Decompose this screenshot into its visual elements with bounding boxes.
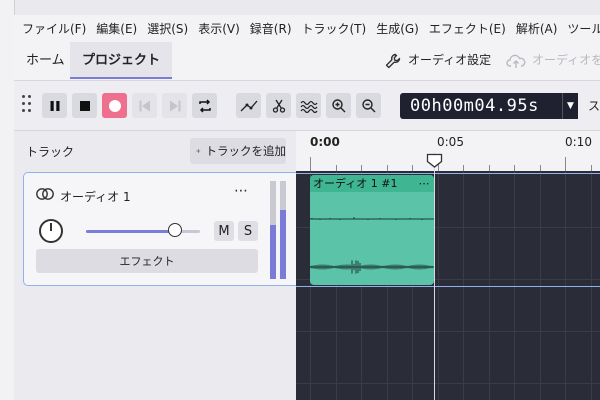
- menu-bar: ファイル(F) 編集(E) 選択(S) 表示(V) 録音(R) トラック(T) …: [14, 15, 600, 42]
- pause-icon: [50, 100, 59, 111]
- volume-slider-thumb[interactable]: [167, 223, 182, 237]
- volume-slider[interactable]: [86, 230, 200, 233]
- grid-line: [296, 331, 600, 332]
- loop-button[interactable]: [192, 93, 217, 118]
- stereo-rings-icon: [36, 188, 54, 200]
- stop-icon: [79, 100, 90, 111]
- record-button[interactable]: [102, 93, 127, 118]
- record-icon: [108, 99, 121, 112]
- multi-tool-button[interactable]: [296, 93, 321, 118]
- zoom-out-button[interactable]: [356, 93, 381, 118]
- audio-clip[interactable]: オーディオ 1 #1 ⋯: [310, 175, 434, 285]
- menu-file[interactable]: ファイル(F): [14, 20, 91, 37]
- solo-button[interactable]: S: [238, 221, 258, 241]
- skip-start-icon: [139, 100, 150, 111]
- level-meter-right: [280, 210, 286, 279]
- wrench-icon: [385, 53, 401, 68]
- clip-header[interactable]: オーディオ 1 #1 ⋯: [310, 175, 434, 192]
- volume-slider-fill: [86, 230, 175, 233]
- waveform-icon: [300, 100, 317, 113]
- zoom-in-button[interactable]: [326, 93, 351, 118]
- pan-knob[interactable]: [39, 219, 63, 243]
- clip-name: オーディオ 1 #1: [313, 177, 398, 190]
- playhead-line[interactable]: [434, 153, 435, 400]
- level-meter-left: [270, 225, 276, 279]
- cloud-upload-icon: [506, 54, 526, 68]
- audio-settings-label: オーディオ設定: [408, 53, 492, 67]
- ruler-tick: [310, 157, 311, 171]
- ruler-label-0: 0:00: [310, 135, 340, 149]
- envelope-icon: [240, 100, 257, 111]
- menu-track[interactable]: トラック(T): [297, 20, 372, 37]
- window-edge: [0, 0, 15, 400]
- mute-button[interactable]: M: [214, 221, 234, 241]
- ruler-tick: [565, 157, 566, 171]
- menu-view[interactable]: 表示(V): [193, 20, 245, 37]
- chevron-down-icon: ▼: [567, 101, 574, 111]
- clip-menu-button[interactable]: ⋯: [419, 175, 431, 192]
- tab-home[interactable]: ホーム: [14, 42, 77, 79]
- track-header-panel: トラック トラックを追加 オーディオ 1 ⋯ M S エフェクト: [14, 131, 299, 400]
- menu-effect[interactable]: エフェクト(E): [424, 20, 511, 37]
- scissors-icon: [272, 99, 285, 113]
- clip-waveform: [310, 217, 434, 274]
- snap-label[interactable]: スナ: [588, 93, 600, 119]
- grid-line: [296, 383, 600, 384]
- track-name[interactable]: オーディオ 1: [60, 188, 131, 205]
- menu-generate[interactable]: 生成(G): [371, 20, 424, 37]
- tracks-heading: トラック: [26, 145, 75, 159]
- menu-analyze[interactable]: 解析(A): [511, 20, 563, 37]
- share-audio-button[interactable]: オーディオを共有: [506, 42, 600, 79]
- add-track-button[interactable]: トラックを追加: [190, 138, 286, 164]
- skip-end-icon: [169, 100, 180, 111]
- menu-edit[interactable]: 編集(E): [91, 20, 142, 37]
- share-audio-label: オーディオを共有: [532, 53, 600, 67]
- playhead-handle[interactable]: [426, 153, 443, 168]
- track-lanes[interactable]: オーディオ 1 #1 ⋯: [296, 171, 600, 400]
- track-menu-button[interactable]: ⋯: [234, 183, 249, 199]
- time-ruler[interactable]: 0:00 0:05 0:10: [296, 131, 600, 171]
- zoom-out-icon: [361, 98, 375, 112]
- tab-row: ホーム プロジェクト オーディオ設定 オーディオを共有: [14, 42, 600, 81]
- stop-button[interactable]: [72, 93, 97, 118]
- audacity-window: ファイル(F) 編集(E) 選択(S) 表示(V) 録音(R) トラック(T) …: [0, 0, 600, 400]
- track-control-panel[interactable]: オーディオ 1 ⋯ M S エフェクト: [23, 172, 299, 286]
- ruler-label-10: 0:10: [565, 135, 592, 149]
- ruler-label-5: 0:05: [437, 135, 464, 149]
- pause-button[interactable]: [42, 93, 67, 118]
- audio-settings-button[interactable]: オーディオ設定: [384, 42, 491, 79]
- tab-project[interactable]: プロジェクト: [70, 42, 173, 79]
- timeline-area[interactable]: 0:00 0:05 0:10 オーディオ 1 #1 ⋯: [296, 131, 600, 400]
- timecode-format-dropdown[interactable]: ▼: [562, 93, 578, 119]
- skip-to-start-button[interactable]: [132, 93, 157, 118]
- zoom-in-icon: [331, 98, 345, 112]
- toolbar-grip-handle[interactable]: [22, 95, 32, 115]
- menu-tools[interactable]: ツール(T): [562, 20, 600, 37]
- main-area: ファイル(F) 編集(E) 選択(S) 表示(V) 録音(R) トラック(T) …: [14, 0, 600, 400]
- transport-toolbar: 00h00m04.95s ▼ スナ: [14, 81, 600, 131]
- add-track-label: トラックを追加: [205, 144, 287, 158]
- menu-record[interactable]: 録音(R): [245, 20, 297, 37]
- level-meter: [270, 181, 290, 279]
- timecode-display[interactable]: 00h00m04.95s: [400, 93, 562, 119]
- loop-icon: [198, 98, 211, 113]
- skip-to-end-button[interactable]: [162, 93, 187, 118]
- effects-button[interactable]: エフェクト: [36, 249, 258, 273]
- split-tool-button[interactable]: [266, 93, 291, 118]
- menu-select[interactable]: 選択(S): [142, 20, 193, 37]
- envelope-tool-button[interactable]: [236, 93, 261, 118]
- plus-icon: [196, 149, 201, 153]
